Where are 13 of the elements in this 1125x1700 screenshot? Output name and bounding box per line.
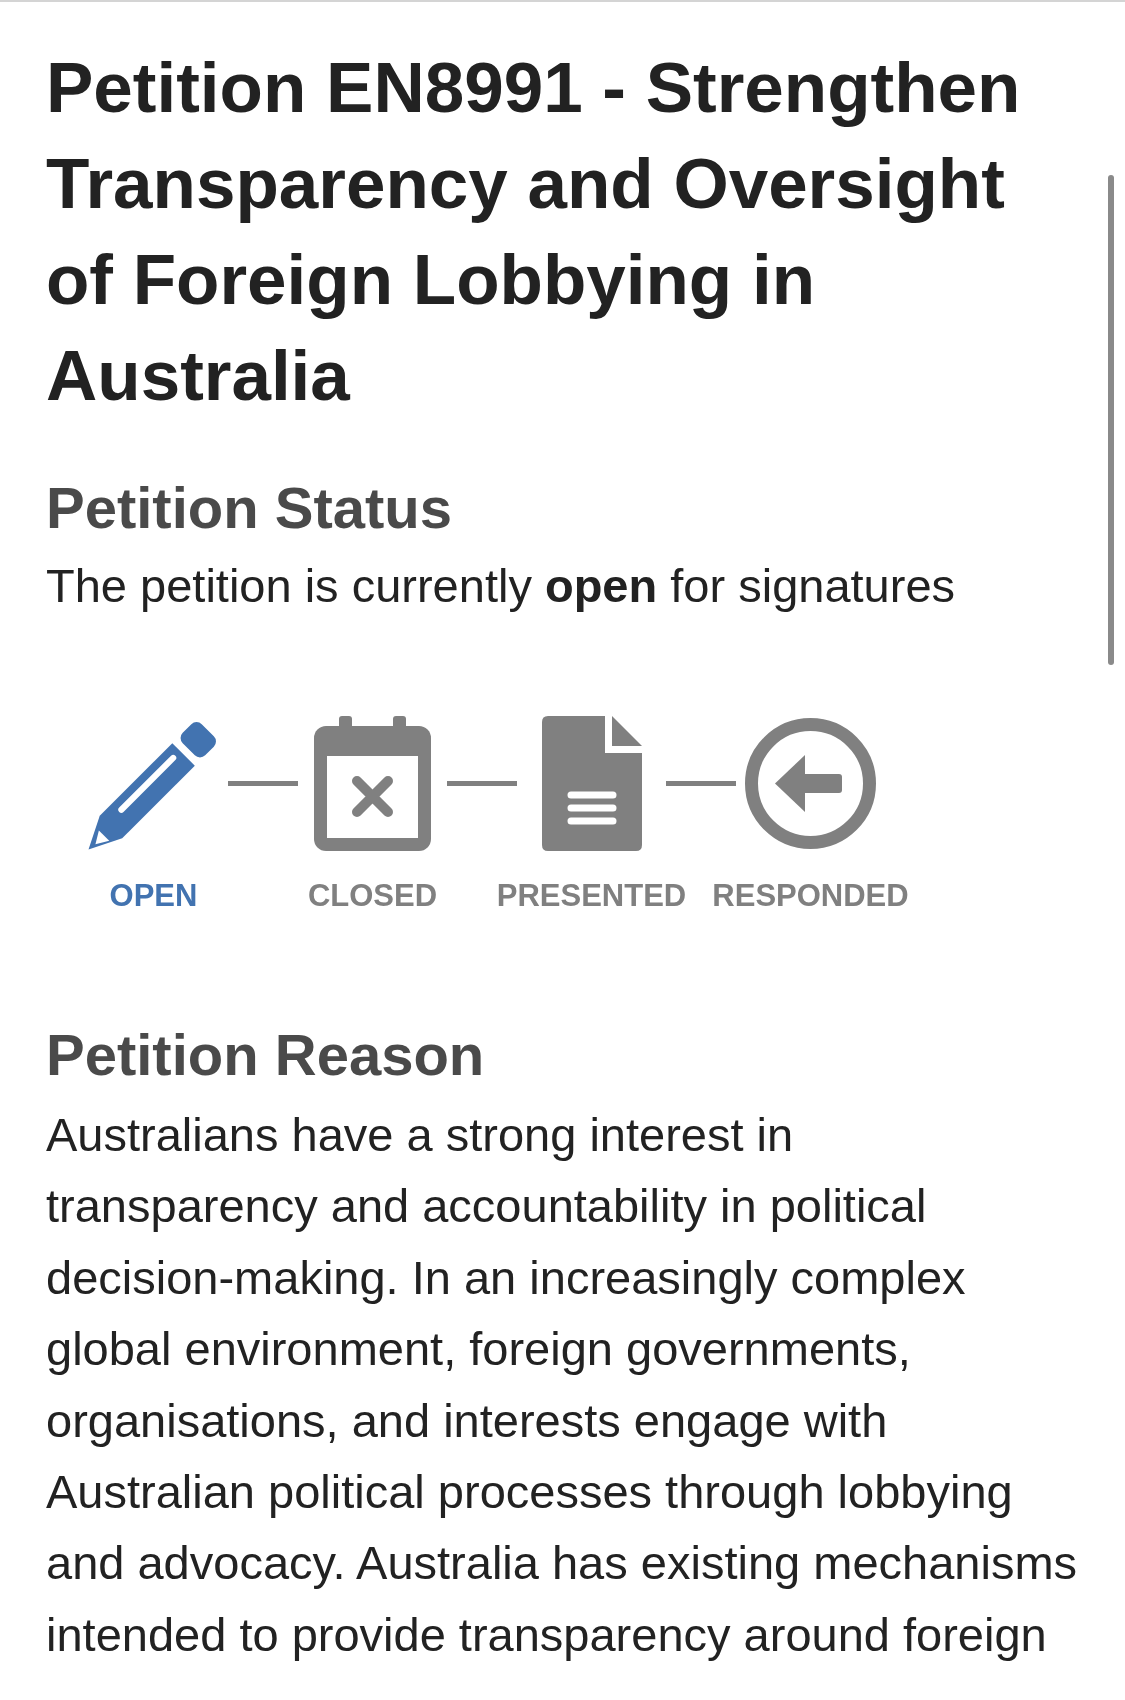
status-text: The petition is currently open for signatures [46,558,957,614]
step-label: CLOSED [307,877,438,914]
step-connector [666,781,736,786]
reason-paragraph: Australians have a strong interest in transparency and accountability in political decision-making. In an increasingly complex global environment, foreign governments, organisations, and interests engage with Australian political processes through lobbying and advocacy. Australia has existing mechanisms intended to provide transparency around foreign [46,1107,1079,1663]
scrollbar[interactable] [1108,175,1114,665]
page-title: Petition EN8991 - Strengthen Transparency and Oversight of Foreign Lobbying in Australia [46,47,1022,417]
step-label: PRESENTED [496,877,687,914]
section-heading: Petition Status [46,474,454,542]
step-connector [228,781,298,786]
section-heading: Petition Reason [46,1021,486,1089]
step-label: RESPONDED [712,877,909,914]
step-label: OPEN [109,877,198,914]
step-connector [447,781,517,786]
